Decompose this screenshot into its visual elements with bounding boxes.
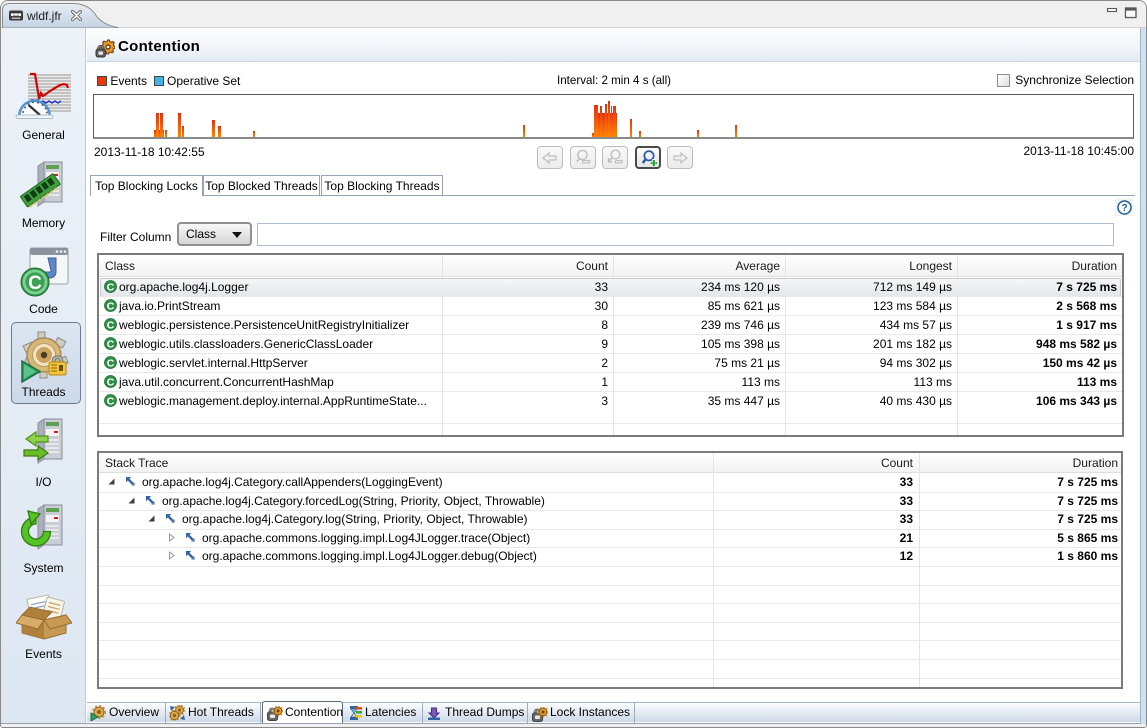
svg-text:C: C [107, 395, 115, 407]
svg-text:C: C [107, 357, 115, 369]
svg-text:C: C [107, 338, 115, 350]
svg-text:C: C [107, 376, 115, 388]
svg-text:?: ? [1121, 203, 1127, 214]
svg-text:C: C [107, 281, 115, 293]
svg-text:C: C [107, 300, 115, 312]
svg-text:C: C [107, 319, 115, 331]
svg-text:C: C [28, 273, 42, 294]
